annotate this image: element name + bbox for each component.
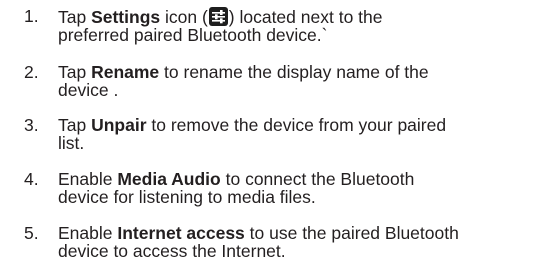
step-text: Tap Settings icon ( ) located next to th… <box>58 7 383 45</box>
step-text: Enable Media Audio to connect the Blueto… <box>58 169 415 207</box>
step-number: 1. <box>24 6 39 26</box>
step-number: 5. <box>24 223 39 243</box>
rename-label: Rename <box>91 62 160 82</box>
unpair-label: Unpair <box>91 115 147 135</box>
step-text: Enable Internet access to use the paired… <box>58 223 459 261</box>
step-text: Tap Unpair to remove the device from you… <box>58 115 447 153</box>
internet-access-label: Internet access <box>117 223 245 243</box>
settings-label: Settings <box>91 7 161 27</box>
settings-sliders-icon <box>208 7 228 26</box>
media-audio-label: Media Audio <box>117 169 221 189</box>
step-number: 3. <box>24 115 39 135</box>
step-number: 2. <box>24 62 39 82</box>
step-text: Tap Rename to rename the display name of… <box>58 62 429 100</box>
step-number: 4. <box>24 169 39 189</box>
